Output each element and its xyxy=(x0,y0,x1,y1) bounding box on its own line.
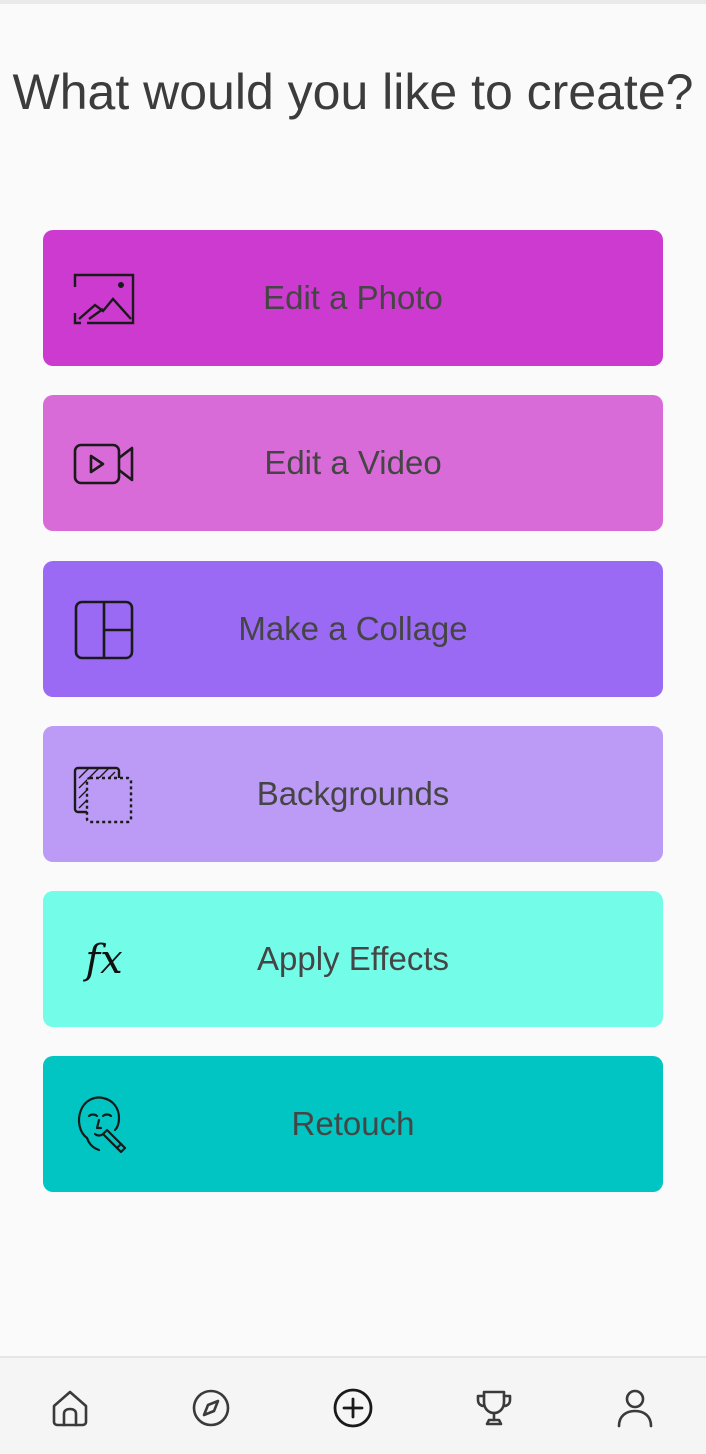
nav-challenges[interactable] xyxy=(472,1388,516,1432)
trophy-icon xyxy=(474,1388,514,1433)
option-label: Edit a Photo xyxy=(263,279,443,316)
backgrounds-button[interactable]: Backgrounds xyxy=(43,726,663,862)
nav-home[interactable] xyxy=(48,1388,92,1432)
page-title: What would you like to create? xyxy=(12,64,694,120)
nav-create[interactable] xyxy=(331,1388,375,1432)
nav-profile[interactable] xyxy=(613,1388,657,1432)
option-label: Make a Collage xyxy=(238,610,468,647)
retouch-button[interactable]: Retouch xyxy=(43,1056,663,1192)
bottom-navigation xyxy=(0,1356,706,1454)
edit-photo-button[interactable]: Edit a Photo xyxy=(43,230,663,366)
apply-effects-button[interactable]: fx Apply Effects xyxy=(43,891,663,1027)
edit-video-button[interactable]: Edit a Video xyxy=(43,395,663,531)
option-label: Backgrounds xyxy=(256,775,450,812)
option-label: Apply Effects xyxy=(257,940,449,977)
plus-circle-icon xyxy=(332,1387,374,1434)
compass-icon xyxy=(191,1388,231,1433)
nav-discover[interactable] xyxy=(189,1388,233,1432)
option-label: Edit a Video xyxy=(264,444,442,481)
make-collage-button[interactable]: Make a Collage xyxy=(43,561,663,697)
option-label: Retouch xyxy=(291,1105,415,1142)
status-divider xyxy=(0,0,706,4)
home-icon xyxy=(50,1388,90,1433)
profile-icon xyxy=(615,1388,655,1433)
